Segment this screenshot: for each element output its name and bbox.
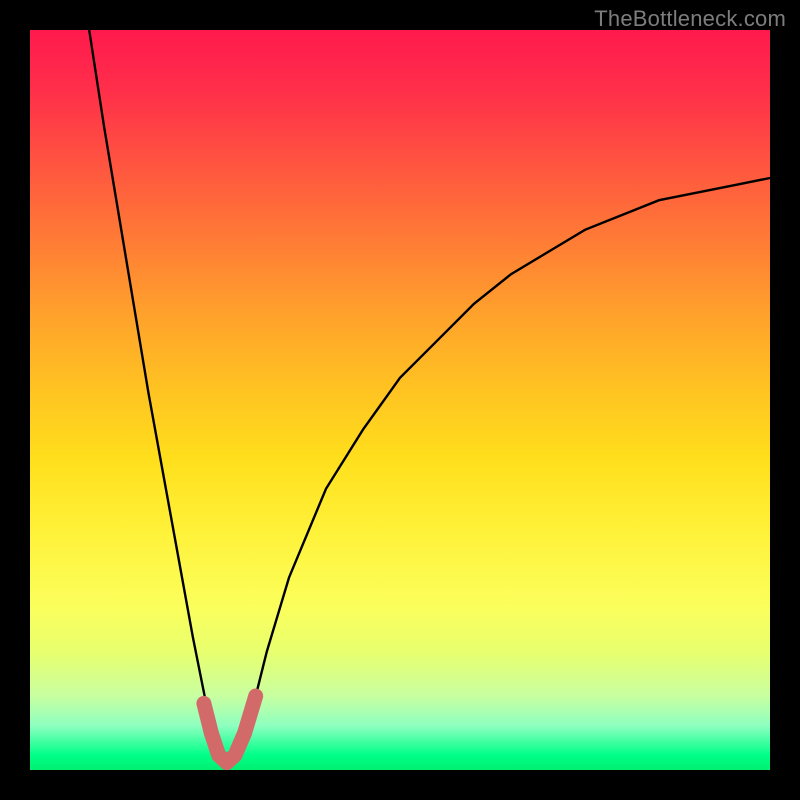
plot-area: [30, 30, 770, 770]
bottleneck-curve: [89, 30, 770, 763]
highlight-band: [204, 696, 256, 763]
watermark-text: TheBottleneck.com: [594, 6, 786, 32]
curve-layer: [30, 30, 770, 770]
chart-container: TheBottleneck.com: [0, 0, 800, 800]
